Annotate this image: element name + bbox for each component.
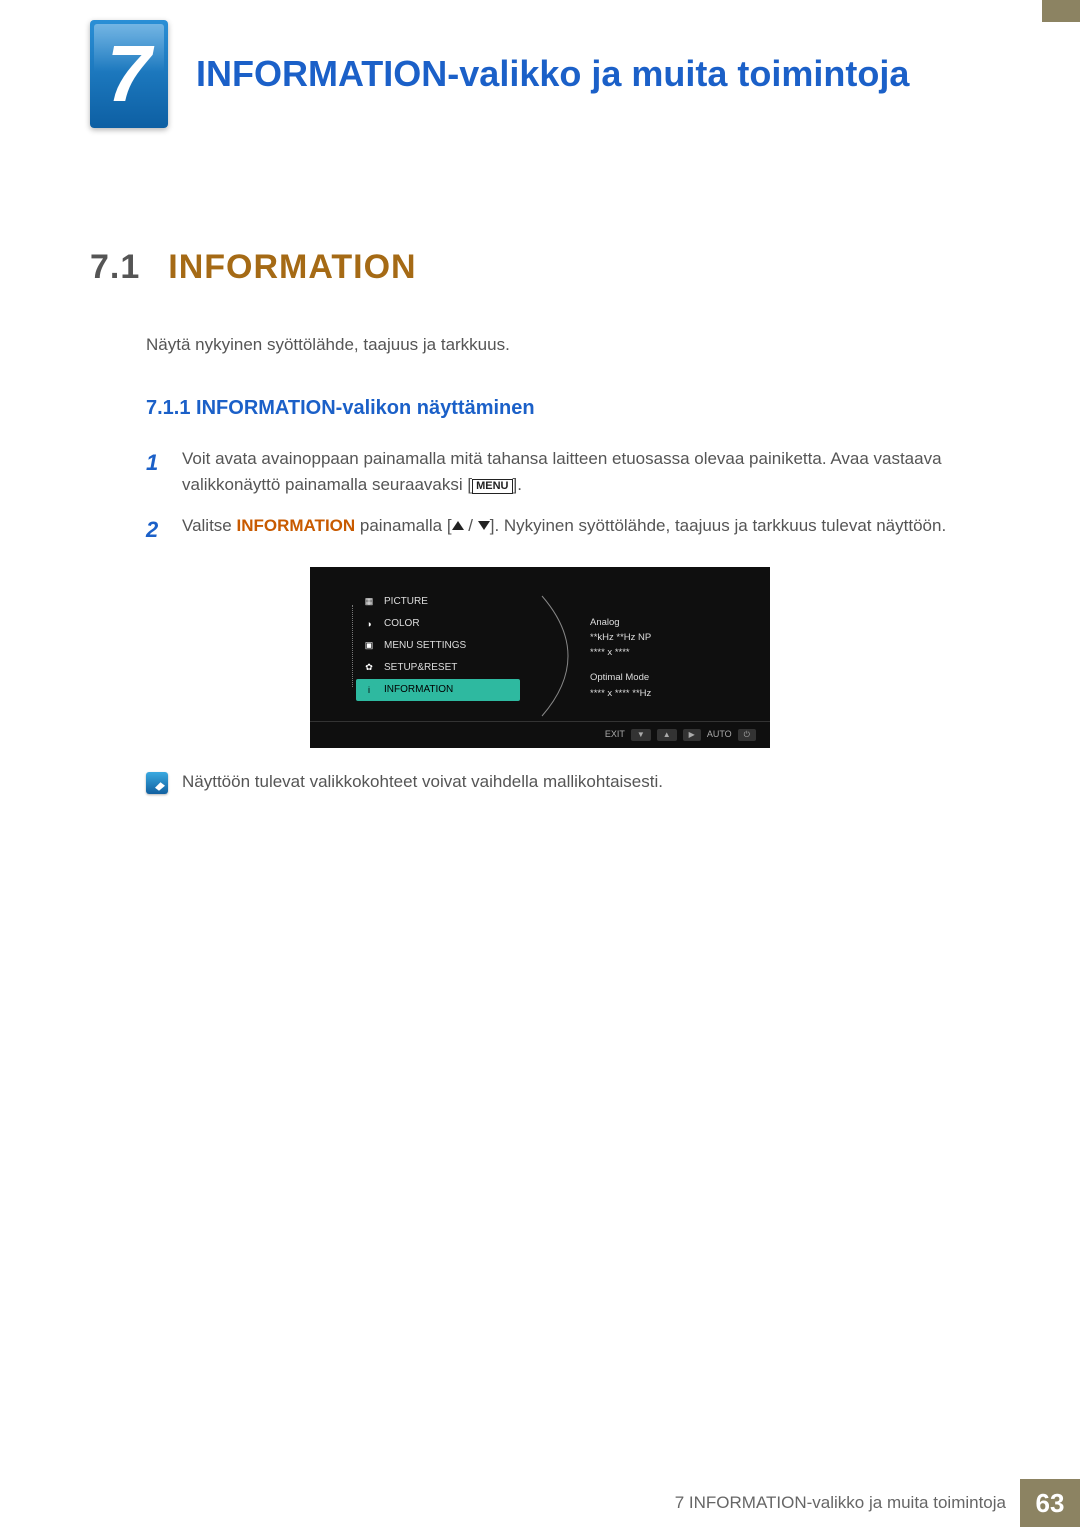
footer-chapter-text: 7 INFORMATION-valikko ja muita toimintoj… (675, 1479, 1020, 1527)
osd-down-button: ▼ (631, 729, 651, 741)
section-intro: Näytä nykyinen syöttölähde, taajuus ja t… (146, 335, 990, 355)
osd-auto-label: AUTO (707, 729, 732, 741)
osd-item-setup-reset: ✿SETUP&RESET (362, 657, 520, 679)
page-footer: 7 INFORMATION-valikko ja muita toimintoj… (0, 1479, 1080, 1527)
osd-info-line: **** x **** **Hz (590, 686, 750, 701)
chapter-number: 7 (107, 28, 152, 120)
triangle-up-icon (452, 521, 464, 530)
step-1: 1 Voit avata avainoppaan painamalla mitä… (146, 446, 990, 499)
osd-info-line: **kHz **Hz NP (590, 630, 750, 645)
osd-item-color: ◑COLOR (362, 613, 520, 635)
triangle-down-icon (478, 521, 490, 530)
note-icon (146, 772, 168, 794)
menu-settings-icon: ▣ (362, 639, 376, 653)
gear-icon: ✿ (362, 661, 376, 675)
osd-screenshot: ▦PICTURE ◑COLOR ▣MENU SETTINGS ✿SETUP&RE… (310, 567, 770, 748)
osd-info-panel: Analog **kHz **Hz NP **** x **** Optimal… (590, 591, 750, 701)
step-number: 2 (146, 513, 168, 547)
subsection-number: 7.1.1 (146, 397, 190, 419)
footer-page-number: 63 (1020, 1479, 1080, 1527)
step-2: 2 Valitse INFORMATION painamalla [ / ]. … (146, 513, 990, 547)
chapter-header: 7 INFORMATION-valikko ja muita toimintoj… (0, 0, 1080, 128)
chapter-title: INFORMATION-valikko ja muita toimintoja (196, 53, 909, 95)
note-text: Näyttöön tulevat valikkokohteet voivat v… (182, 772, 663, 792)
osd-exit-label: EXIT (605, 729, 625, 741)
osd-item-picture: ▦PICTURE (362, 591, 520, 613)
osd-item-information: iINFORMATION (356, 679, 520, 701)
osd-menu-list: ▦PICTURE ◑COLOR ▣MENU SETTINGS ✿SETUP&RE… (340, 591, 520, 701)
osd-info-line: **** x **** (590, 645, 750, 660)
step-number: 1 (146, 446, 168, 499)
chapter-number-badge: 7 (90, 20, 168, 128)
osd-info-line: Analog (590, 615, 750, 630)
section-number: 7.1 (90, 248, 140, 287)
step-text: Valitse INFORMATION painamalla [ / ]. Ny… (182, 513, 946, 547)
picture-icon: ▦ (362, 595, 376, 609)
subsection-title: INFORMATION-valikon näyttäminen (196, 397, 535, 419)
osd-footer-bar: EXIT ▼ ▲ ▶ AUTO ⏻ (310, 721, 770, 748)
step-text: Voit avata avainoppaan painamalla mitä t… (182, 446, 990, 499)
note-row: Näyttöön tulevat valikkokohteet voivat v… (146, 772, 990, 794)
color-icon: ◑ (362, 617, 376, 631)
section-heading: 7.1 INFORMATION (90, 248, 990, 287)
osd-info-line: Optimal Mode (590, 670, 750, 685)
osd-power-button: ⏻ (738, 729, 756, 741)
info-icon: i (362, 683, 376, 697)
menu-button-chip: MENU (472, 479, 512, 494)
osd-divider-curve (540, 591, 570, 701)
osd-up-button: ▲ (657, 729, 677, 741)
header-corner-stripe (1042, 0, 1080, 22)
subsection-heading: 7.1.1 INFORMATION-valikon näyttäminen (146, 397, 990, 420)
osd-right-button: ▶ (683, 729, 701, 741)
keyword-information: INFORMATION (237, 516, 356, 535)
osd-item-menu-settings: ▣MENU SETTINGS (362, 635, 520, 657)
section-title: INFORMATION (168, 248, 416, 287)
